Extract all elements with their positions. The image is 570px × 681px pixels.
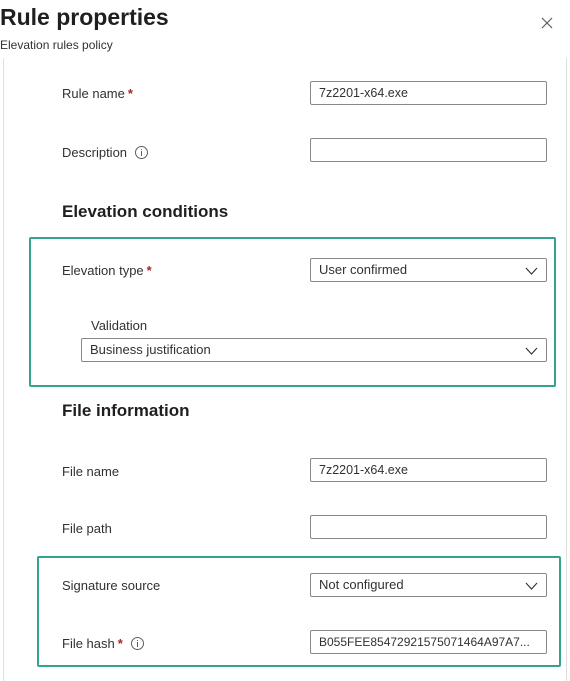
required-asterisk: * (146, 263, 152, 278)
info-icon[interactable] (130, 637, 144, 650)
elevation-type-value: User confirmed (319, 262, 408, 277)
rule-properties-panel: Rule properties Elevation rules policy R… (0, 0, 570, 681)
elevation-conditions-heading: Elevation conditions (62, 202, 229, 221)
file-name-input[interactable]: 7z2201-x64.exe (310, 458, 547, 482)
panel-left-border (3, 58, 4, 681)
chevron-down-icon (525, 267, 538, 275)
close-icon (541, 17, 553, 29)
page-title: Rule properties (0, 4, 169, 30)
elevation-type-label: Elevation type * (62, 263, 152, 278)
info-icon[interactable] (135, 146, 149, 159)
file-path-input[interactable] (310, 515, 547, 539)
signature-source-dropdown[interactable]: Not configured (310, 573, 547, 597)
page-subtitle: Elevation rules policy (0, 38, 113, 52)
elevation-type-label-text: Elevation type (62, 263, 144, 278)
file-hash-label: File hash * (62, 635, 144, 651)
panel-scrollbar-track[interactable] (566, 58, 567, 681)
validation-label: Validation (91, 318, 148, 333)
rule-name-label: Rule name * (62, 86, 133, 101)
validation-dropdown[interactable]: Business justification (81, 338, 547, 362)
elevation-type-dropdown[interactable]: User confirmed (310, 258, 547, 282)
description-label: Description (62, 144, 149, 160)
validation-value: Business justification (90, 342, 211, 357)
file-information-heading: File information (62, 401, 190, 420)
file-name-label: File name (62, 464, 120, 479)
rule-name-input[interactable]: 7z2201-x64.exe (310, 81, 547, 105)
description-input[interactable] (310, 138, 547, 162)
required-asterisk: * (127, 86, 133, 101)
chevron-down-icon (525, 347, 538, 355)
close-button[interactable] (534, 10, 560, 36)
chevron-down-icon (525, 582, 538, 590)
file-path-label: File path (62, 521, 112, 536)
description-label-text: Description (62, 145, 128, 160)
signature-source-label: Signature source (62, 578, 161, 593)
file-hash-label-text: File hash (62, 636, 115, 651)
signature-source-value: Not configured (319, 577, 404, 592)
rule-name-label-text: Rule name (62, 86, 125, 101)
required-asterisk: * (117, 636, 123, 651)
file-hash-input[interactable]: B055FEE85472921575071464A97A7... (310, 630, 547, 654)
